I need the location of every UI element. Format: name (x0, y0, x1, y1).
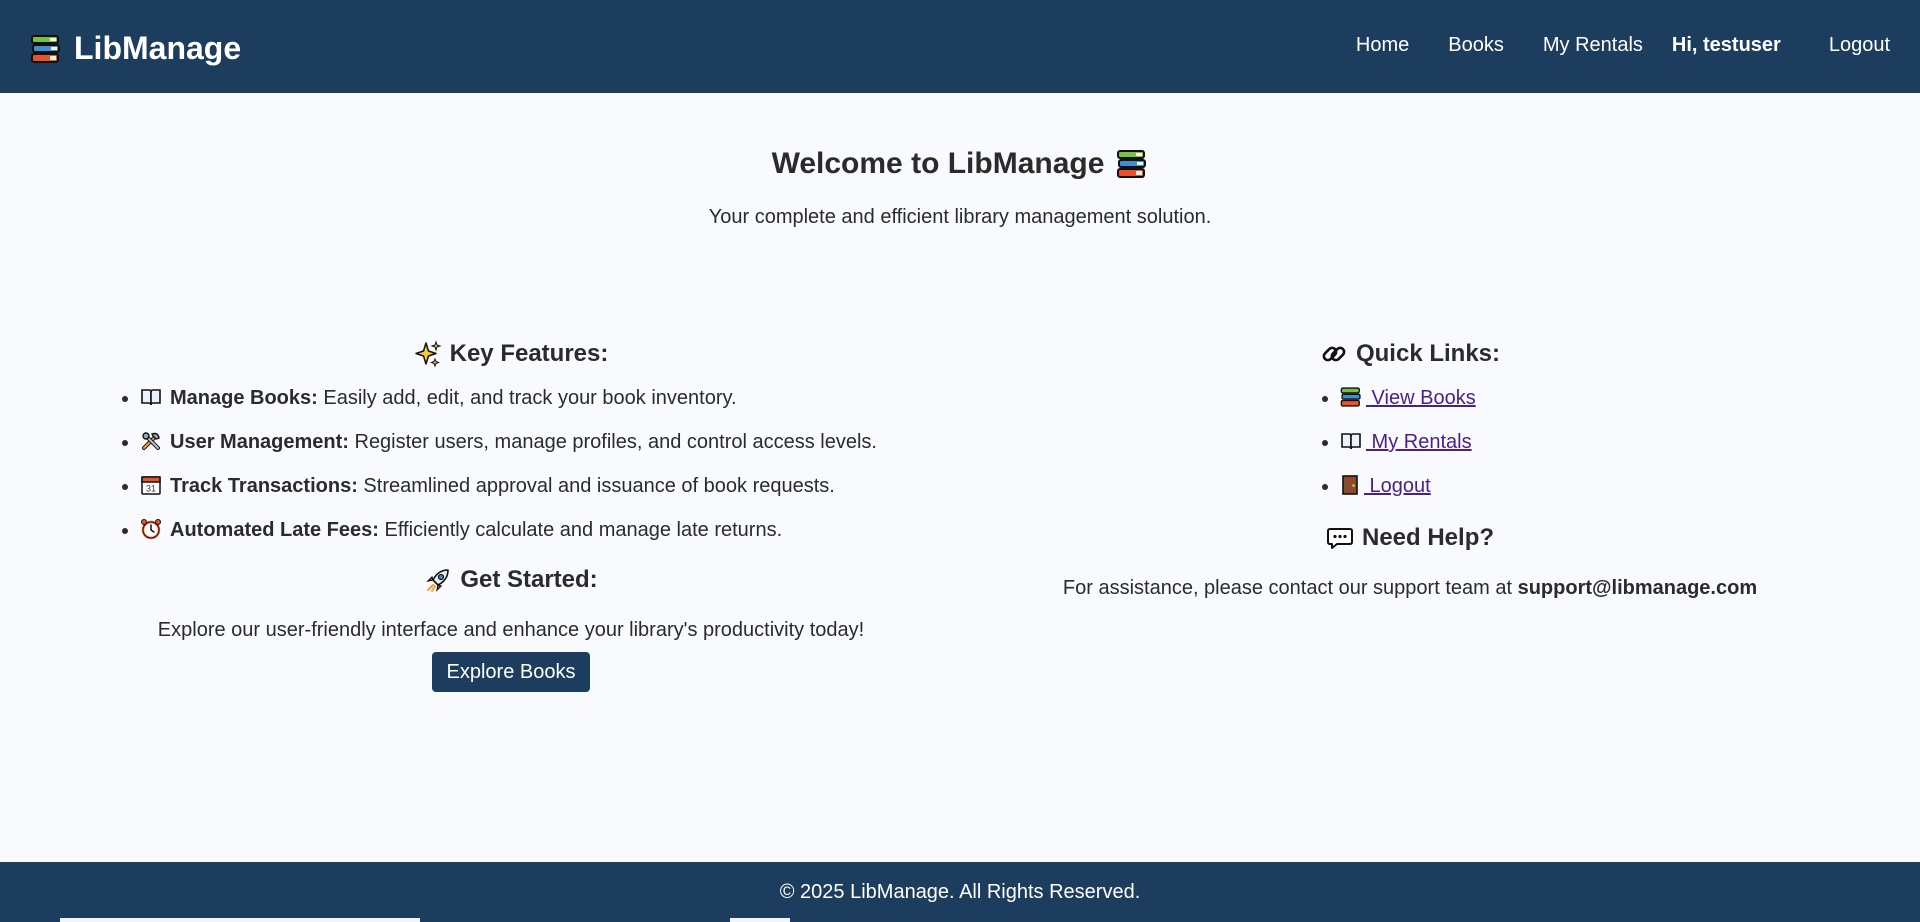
open-book-icon (1340, 430, 1362, 458)
quick-links-list: View Books My Rentals (1000, 386, 1820, 502)
explore-button-wrap: Explore Books (108, 652, 914, 692)
list-item: My Rentals (1340, 430, 1820, 458)
top-navbar: LibManage Home Books My Rentals Hi, test… (0, 0, 1920, 93)
footer-divider (730, 918, 790, 922)
brand-name: LibManage (74, 30, 242, 66)
speech-bubble-icon (1326, 524, 1354, 552)
get-started-heading: Get Started: (108, 562, 914, 598)
feature-text: Streamlined approval and issuance of boo… (357, 475, 835, 497)
nav-home-link[interactable]: Home (1356, 34, 1409, 57)
tools-icon (140, 430, 162, 458)
feature-label: Track Transactions: (170, 475, 358, 497)
quick-links-heading: Quick Links: (1000, 336, 1820, 372)
need-help-heading: Need Help? (1000, 520, 1820, 556)
books-icon (1340, 386, 1362, 414)
alarm-clock-icon (140, 518, 162, 546)
get-started-text: Explore our user-friendly interface and … (157, 619, 865, 641)
support-email: support@libmanage.com (1517, 577, 1758, 599)
rocket-icon (424, 566, 452, 594)
feature-label: Automated Late Fees: (170, 519, 379, 541)
list-item: 31 Track Transactions: Streamlined appro… (140, 474, 914, 502)
list-item: View Books (1340, 386, 1820, 414)
features-heading-text: Key Features: (449, 340, 609, 367)
sparkles-icon (414, 340, 442, 368)
page-title-text: Welcome to LibManage (771, 147, 1105, 180)
list-item: Manage Books: Easily add, edit, and trac… (140, 386, 914, 414)
feature-text: Efficiently calculate and manage late re… (378, 519, 783, 541)
nav-rentals-link[interactable]: My Rentals (1543, 34, 1643, 57)
feature-text: Easily add, edit, and track your book in… (317, 387, 737, 409)
nav-menu: Home Books My Rentals Hi, testuser Logou… (1317, 0, 1890, 92)
footer-copyright: © 2025 LibManage. All Rights Reserved. (779, 881, 1141, 903)
view-books-link[interactable]: View Books (1340, 387, 1476, 409)
feature-text: Register users, manage profiles, and con… (348, 431, 877, 453)
explore-books-button[interactable]: Explore Books (431, 652, 591, 692)
my-rentals-link-label: My Rentals (1366, 431, 1472, 453)
feature-label: Manage Books: (170, 387, 318, 409)
svg-text:31: 31 (146, 484, 156, 494)
get-started-heading-text: Get Started: (460, 566, 598, 593)
nav-logout-link[interactable]: Logout (1829, 34, 1890, 57)
features-heading: Key Features: (108, 336, 914, 372)
my-rentals-link[interactable]: My Rentals (1340, 431, 1472, 453)
door-icon (1340, 474, 1360, 502)
logout-link[interactable]: Logout (1340, 475, 1431, 497)
help-text: For assistance, please contact our suppo… (1000, 576, 1820, 600)
view-books-link-label: View Books (1366, 387, 1476, 409)
feature-label: User Management: (170, 431, 349, 453)
page-footer: © 2025 LibManage. All Rights Reserved. (0, 862, 1920, 922)
hero-section: Welcome to LibManage Your complete and e… (0, 93, 1920, 229)
help-text-body: For assistance, please contact our suppo… (1062, 577, 1518, 599)
features-list: Manage Books: Easily add, edit, and trac… (108, 386, 914, 546)
quick-links-heading-text: Quick Links: (1355, 340, 1501, 367)
nav-books-link[interactable]: Books (1448, 34, 1504, 57)
books-icon (30, 33, 62, 65)
footer-divider (60, 918, 420, 922)
quick-links-column: Quick Links: View Books (1000, 336, 1820, 600)
books-icon (1116, 148, 1148, 180)
list-item: Logout (1340, 474, 1820, 502)
link-icon (1320, 340, 1348, 368)
logout-link-label: Logout (1364, 475, 1431, 497)
need-help-heading-text: Need Help? (1361, 524, 1495, 551)
page-tagline: Your complete and efficient library mana… (708, 206, 1212, 228)
page-title: Welcome to LibManage (772, 146, 1149, 182)
calendar-icon: 31 (140, 474, 162, 502)
brand-logo[interactable]: LibManage (30, 30, 241, 67)
open-book-icon (140, 386, 162, 414)
list-item: User Management: Register users, manage … (140, 430, 914, 458)
user-greeting: Hi, testuser (1671, 33, 1781, 56)
list-item: Automated Late Fees: Efficiently calcula… (140, 518, 914, 546)
features-column: Key Features: Manage Books: Easily add, … (108, 336, 914, 692)
